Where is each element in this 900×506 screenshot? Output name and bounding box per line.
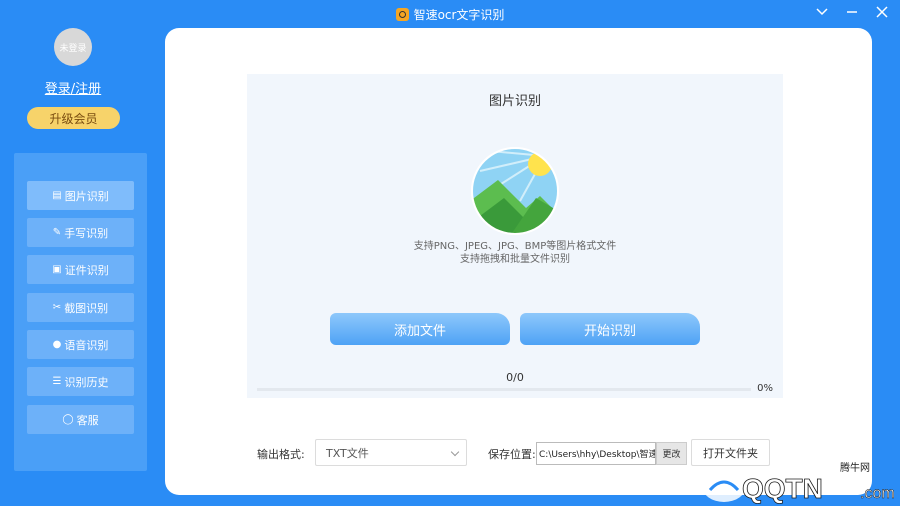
watermark-brand-cn: 腾牛网 [840,461,870,474]
output-format-value: TXT文件 [326,446,369,460]
screenshot-icon: ✂ [52,302,62,313]
sidebar-item-image-ocr[interactable]: ▤ 图片识别 [27,181,134,210]
qqtn-logo: 腾牛网 QQTN .com [702,461,895,504]
save-location-label: 保存位置: [488,448,536,461]
landscape-image-icon [471,147,559,235]
pen-icon: ✎ [52,227,62,238]
output-format-select[interactable]: TXT文件 [315,439,467,466]
file-drop-area[interactable]: 图片识别 支持PNG、JPEG、JPG、BMP等图片格式文件 支持拖拽和批量文件… [247,74,783,398]
sidebar-item-handwriting-ocr[interactable]: ✎ 手写识别 [27,218,134,247]
sidebar-item-label: 识别历史 [64,375,109,389]
sidebar-item-history[interactable]: ☰ 识别历史 [27,367,134,396]
progress-bar [257,388,751,391]
chevron-down-icon [450,447,460,457]
site-watermark: 腾牛网 QQTN .com [700,460,895,506]
avatar-status-text: 未登录 [59,43,87,54]
sidebar-item-support[interactable]: ◯ 客服 [27,405,134,434]
upgrade-vip-button[interactable]: 升级会员 [27,107,120,129]
avatar[interactable]: 未登录 [54,28,92,66]
watermark-suffix: .com [860,485,895,502]
sidebar-item-id-card-ocr[interactable]: ▣ 证件识别 [27,255,134,284]
sidebar-item-label: 语音识别 [64,338,109,352]
window-controls [814,4,890,20]
main-panel: 图片识别 支持PNG、JPEG、JPG、BMP等图片格式文件 支持拖拽和批量文件… [165,28,872,495]
maximize-icon[interactable] [844,4,860,20]
add-file-button[interactable]: 添加文件 [330,313,510,345]
window-title: 智速ocr文字识别 [413,7,505,22]
progress-percent: 0% [757,383,773,394]
title-bar: 智速ocr文字识别 [0,0,900,28]
change-path-button[interactable]: 更改 [656,442,687,465]
sidebar-item-label: 手写识别 [64,226,109,240]
support-line-batch: 支持拖拽和批量文件识别 [460,254,570,265]
sidebar-item-voice-ocr[interactable]: ● 语音识别 [27,330,134,359]
watermark-brand-en: QQTN [742,473,823,504]
login-register-link[interactable]: 登录/注册 [0,78,146,97]
save-path-field[interactable]: C:\Users\hhy\Desktop\智速o [536,442,656,465]
headset-icon: ◯ [62,414,74,425]
close-icon[interactable] [874,4,890,20]
id-card-icon: ▣ [52,264,62,275]
supported-formats-text: 支持PNG、JPEG、JPG、BMP等图片格式文件 支持拖拽和批量文件识别 [247,240,783,266]
microphone-icon: ● [52,339,62,350]
sidebar-nav: ▤ 图片识别 ✎ 手写识别 ▣ 证件识别 ✂ 截图识别 ● 语音识别 ☰ 识别历… [14,153,147,471]
image-icon: ▤ [52,190,62,201]
sidebar-item-screenshot-ocr[interactable]: ✂ 截图识别 [27,293,134,322]
progress-count: 0/0 [506,371,524,384]
sidebar-item-label: 客服 [76,413,99,427]
page-title: 图片识别 [488,94,541,109]
output-format-label: 输出格式: [257,448,305,461]
app-logo-icon [395,7,409,21]
sidebar-item-label: 截图识别 [64,301,109,315]
sidebar-item-label: 图片识别 [64,189,109,203]
support-line-formats: 支持PNG、JPEG、JPG、BMP等图片格式文件 [413,241,617,252]
sidebar-item-label: 证件识别 [64,263,109,277]
minimize-icon[interactable] [814,4,830,20]
history-icon: ☰ [52,376,62,387]
start-recognition-button[interactable]: 开始识别 [520,313,700,345]
